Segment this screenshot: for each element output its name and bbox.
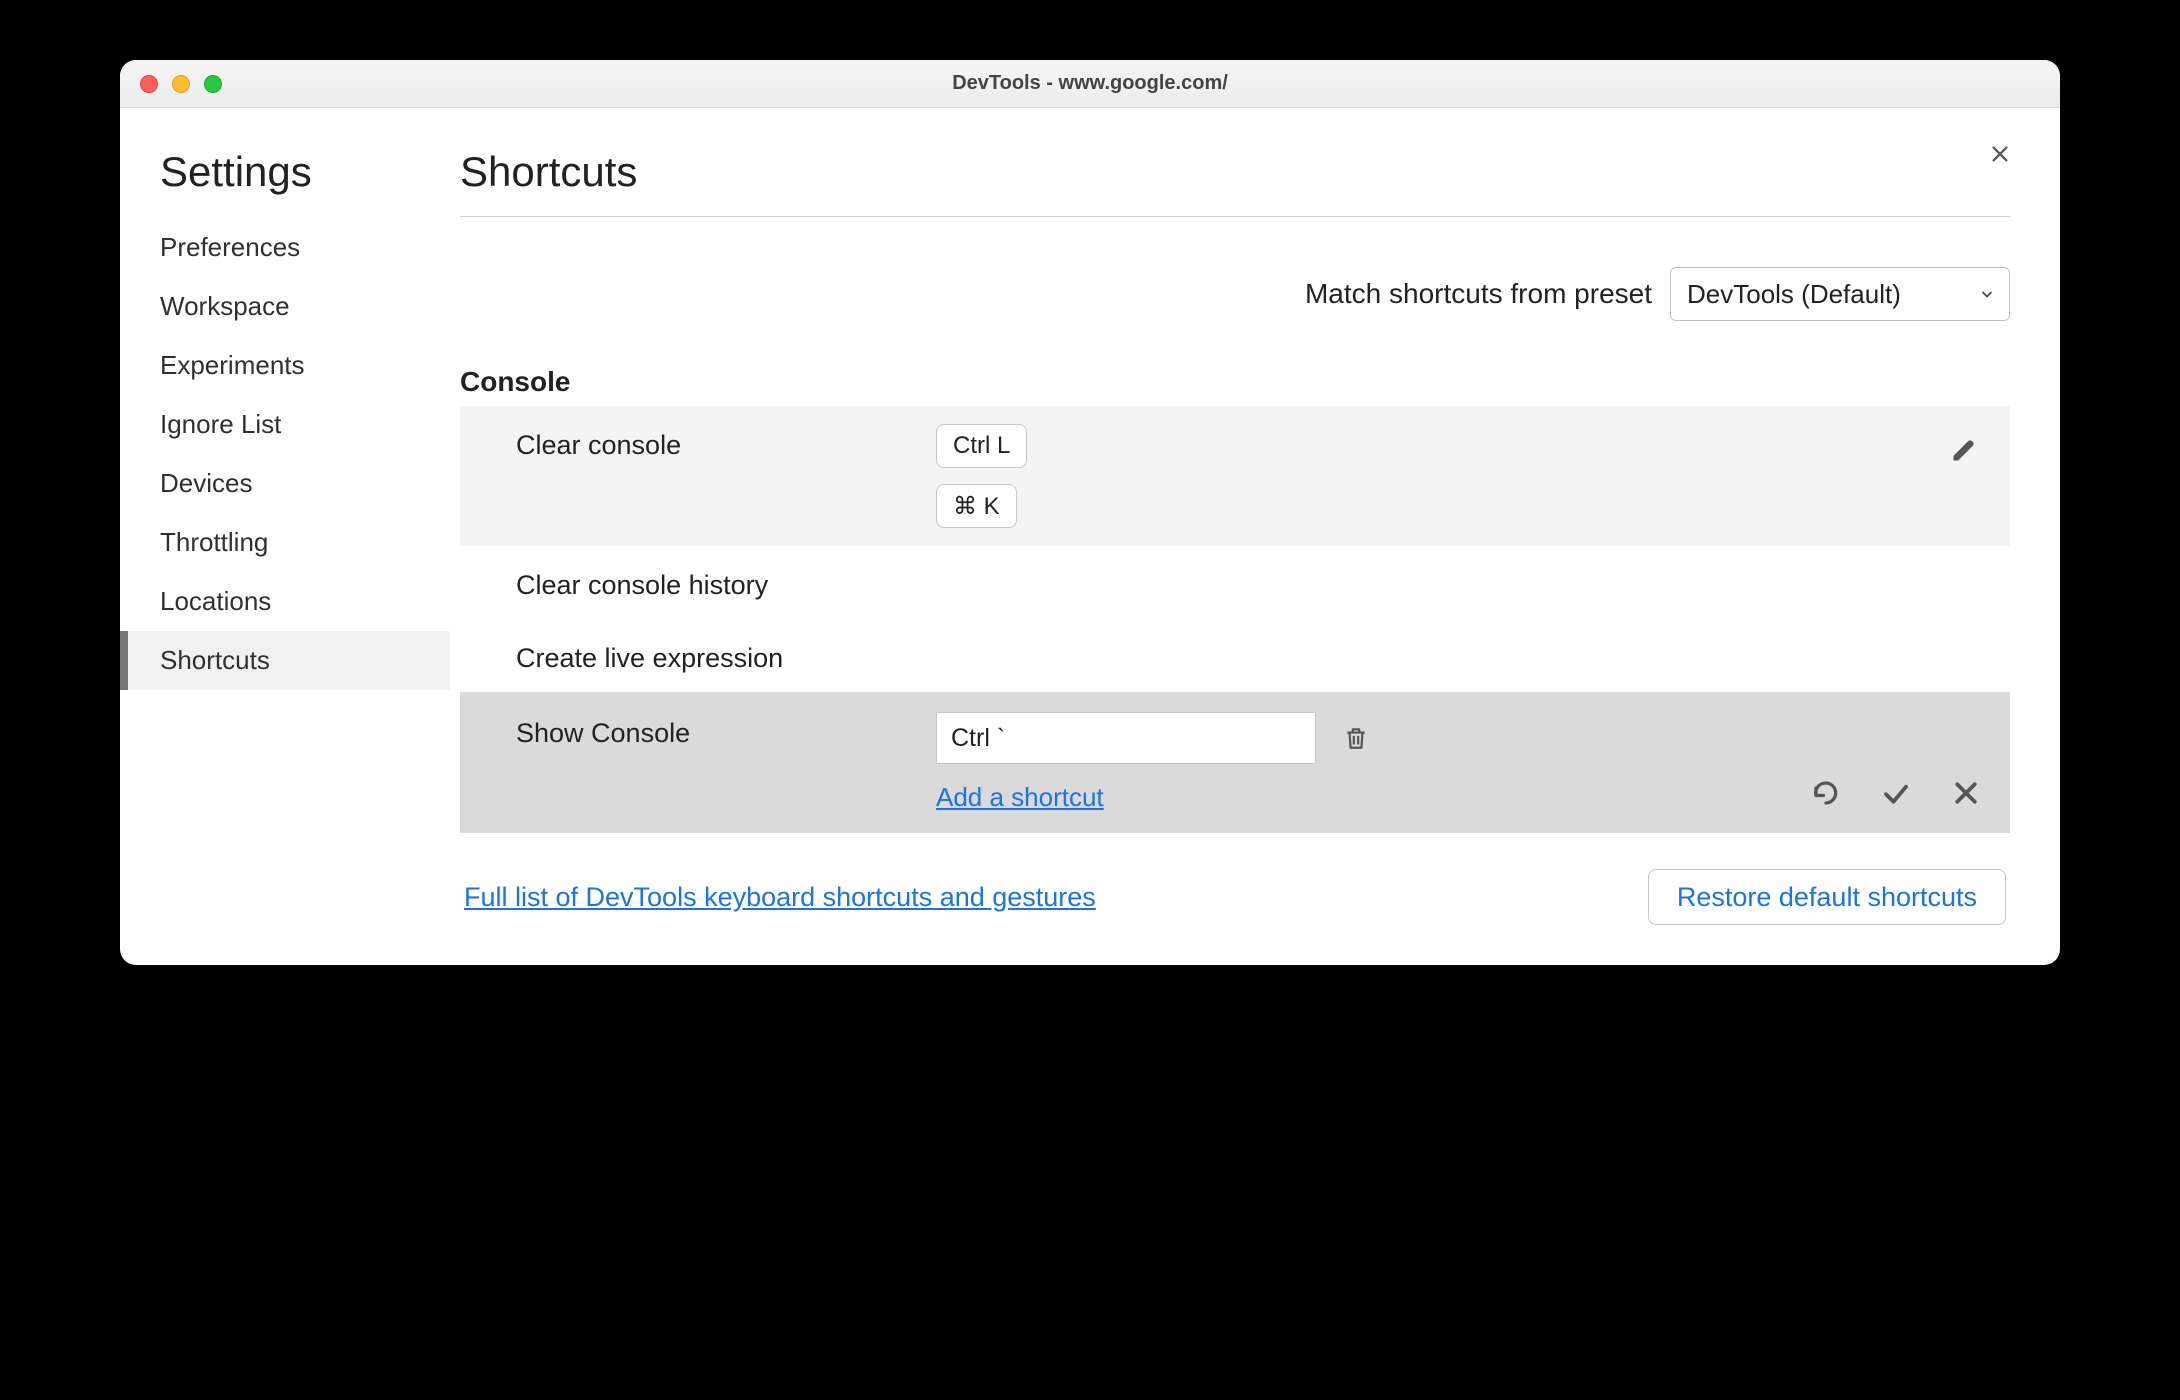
sidebar-item-ignore-list[interactable]: Ignore List (120, 395, 450, 454)
settings-sidebar: Settings Preferences Workspace Experimen… (120, 108, 450, 965)
preset-select[interactable]: DevTools (Default) (1670, 267, 2010, 321)
sidebar-item-workspace[interactable]: Workspace (120, 277, 450, 336)
shortcut-name: Create live expression (516, 637, 936, 674)
shortcut-name: Show Console (516, 712, 936, 749)
sidebar-item-locations[interactable]: Locations (120, 572, 450, 631)
shortcut-name: Clear console history (516, 564, 936, 601)
shortcut-edit-block: Ctrl ` Add a shortcut (936, 712, 1376, 813)
shortcut-key-input[interactable]: Ctrl ` (936, 712, 1316, 764)
close-settings-button[interactable] (1982, 136, 2018, 172)
close-icon (1951, 778, 1981, 808)
key-badge: Ctrl L (936, 424, 1027, 468)
trash-icon (1343, 725, 1369, 751)
sidebar-item-label: Locations (160, 586, 271, 616)
sidebar-item-label: Ignore List (160, 409, 281, 439)
confirm-edit-button[interactable] (1876, 773, 1916, 813)
undo-edit-button[interactable] (1806, 773, 1846, 813)
shortcut-keys: Ctrl L ⌘ K (936, 424, 1027, 528)
shortcut-row-show-console: Show Console Ctrl ` Add a shortcut (460, 692, 2010, 833)
titlebar: DevTools - www.google.com/ (120, 60, 2060, 108)
content-area: Settings Preferences Workspace Experimen… (120, 108, 2060, 965)
sidebar-item-label: Preferences (160, 232, 300, 262)
devtools-settings-window: DevTools - www.google.com/ Settings Pref… (120, 60, 2060, 965)
undo-icon (1811, 778, 1841, 808)
sidebar-item-devices[interactable]: Devices (120, 454, 450, 513)
footer-row: Full list of DevTools keyboard shortcuts… (460, 869, 2010, 925)
shortcut-row-create-live-expression: Create live expression (460, 619, 2010, 692)
window-minimize-button[interactable] (172, 75, 190, 93)
close-icon (1989, 143, 2011, 165)
pencil-icon (1950, 436, 1978, 464)
sidebar-item-label: Devices (160, 468, 252, 498)
traffic-lights (140, 75, 222, 93)
chevron-down-icon (1979, 279, 1995, 310)
delete-shortcut-button[interactable] (1336, 718, 1376, 758)
shortcut-name: Clear console (516, 424, 936, 461)
window-zoom-button[interactable] (204, 75, 222, 93)
cancel-edit-button[interactable] (1946, 773, 1986, 813)
sidebar-item-shortcuts[interactable]: Shortcuts (120, 631, 450, 690)
key-badge: ⌘ K (936, 484, 1017, 528)
sidebar-item-label: Experiments (160, 350, 305, 380)
sidebar-item-experiments[interactable]: Experiments (120, 336, 450, 395)
restore-defaults-button[interactable]: Restore default shortcuts (1648, 869, 2006, 925)
shortcut-edit-line: Ctrl ` (936, 712, 1376, 764)
preset-select-value: DevTools (Default) (1687, 279, 1901, 310)
add-shortcut-link[interactable]: Add a shortcut (936, 782, 1104, 813)
sidebar-title: Settings (120, 148, 450, 218)
sidebar-item-label: Shortcuts (160, 645, 270, 675)
full-shortcut-list-link[interactable]: Full list of DevTools keyboard shortcuts… (464, 882, 1096, 913)
page-title: Shortcuts (460, 148, 2010, 217)
edit-shortcut-button[interactable] (1942, 428, 1986, 472)
main-panel: Shortcuts Match shortcuts from preset De… (450, 108, 2060, 965)
sidebar-item-label: Workspace (160, 291, 290, 321)
sidebar-item-throttling[interactable]: Throttling (120, 513, 450, 572)
edit-actions (1806, 773, 1986, 813)
check-icon (1881, 778, 1911, 808)
window-title: DevTools - www.google.com/ (120, 72, 2060, 95)
sidebar-item-preferences[interactable]: Preferences (120, 218, 450, 277)
shortcut-row-clear-console: Clear console Ctrl L ⌘ K (460, 406, 2010, 546)
window-close-button[interactable] (140, 75, 158, 93)
preset-label: Match shortcuts from preset (1305, 278, 1652, 310)
preset-row: Match shortcuts from preset DevTools (De… (460, 267, 2010, 321)
section-heading-console: Console (460, 366, 2010, 398)
sidebar-item-label: Throttling (160, 527, 268, 557)
shortcut-row-clear-console-history: Clear console history (460, 546, 2010, 619)
